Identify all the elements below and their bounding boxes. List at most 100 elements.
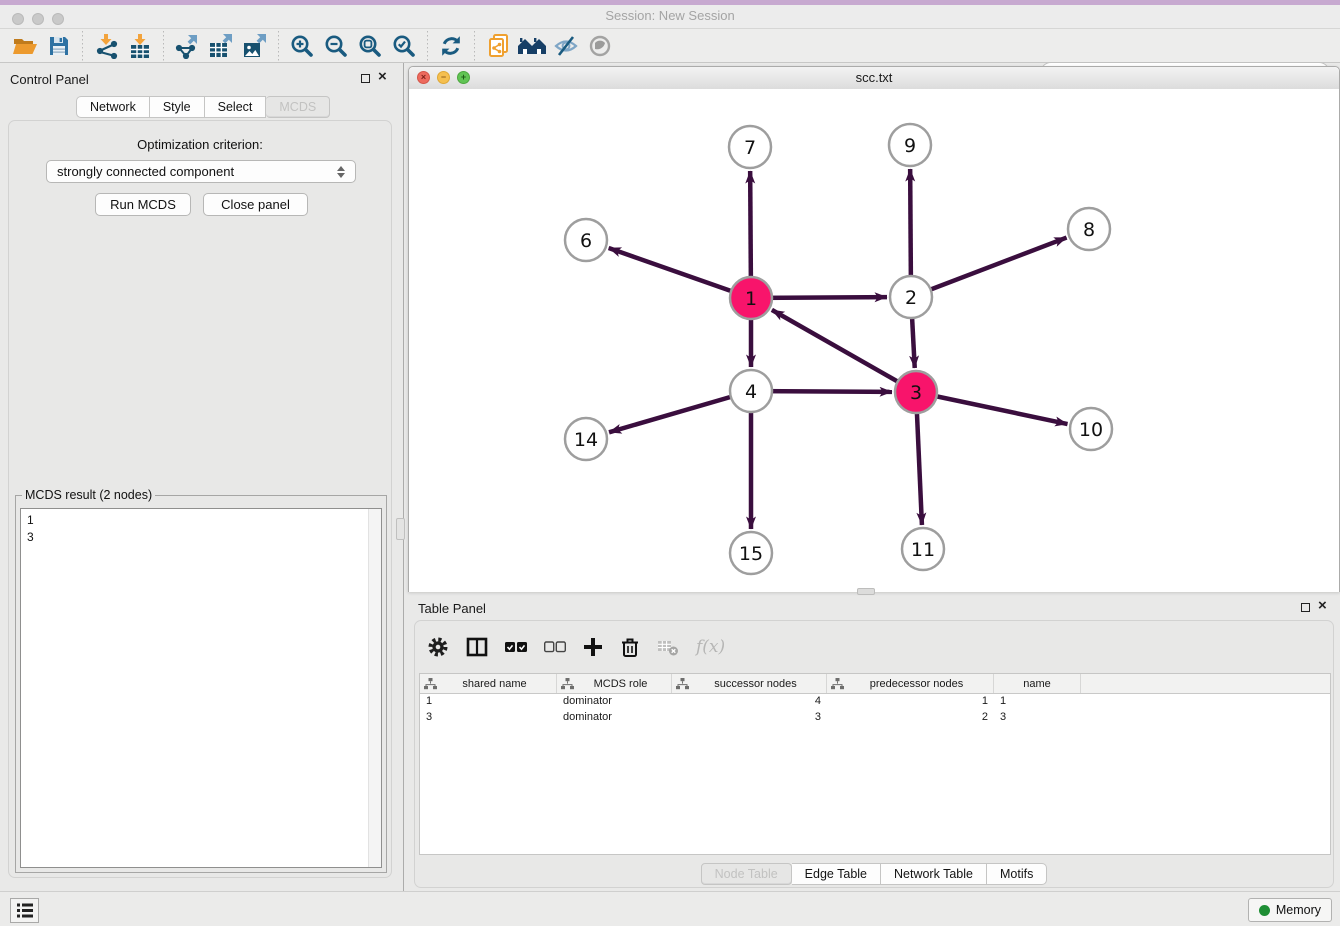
apply-layout-button[interactable] [434, 31, 468, 61]
export-network-button[interactable] [170, 31, 204, 61]
run-mcds-button[interactable]: Run MCDS [95, 193, 191, 216]
control-panel-title: Control Panel [10, 72, 89, 87]
control-panel: Control Panel × Network Style Select MCD… [0, 63, 402, 891]
column-header-predecessor-nodes[interactable]: predecessor nodes [827, 674, 994, 693]
tab-motifs[interactable]: Motifs [987, 863, 1047, 885]
zoom-fit-button[interactable] [353, 31, 387, 61]
table-row[interactable]: 3 dominator 3 2 3 [420, 710, 1330, 726]
toolbar-separator [427, 31, 428, 61]
close-panel-button[interactable]: Close panel [203, 193, 308, 216]
export-table-icon [208, 33, 235, 59]
import-network-icon [93, 33, 119, 59]
cell-name: 3 [994, 710, 1081, 726]
split-columns-icon [466, 636, 488, 658]
table-panel-content: f(x) shared name MCDS role successor nod… [414, 620, 1334, 888]
zoom-selected-button[interactable] [387, 31, 421, 61]
list-icon [16, 902, 34, 919]
graph-edge-3-10[interactable] [916, 392, 1068, 424]
graph-edge-3-1[interactable] [772, 310, 916, 392]
node-table: shared name MCDS role successor nodes pr… [419, 673, 1331, 855]
import-network-button[interactable] [89, 31, 123, 61]
save-floppy-icon [47, 34, 71, 58]
save-session-button[interactable] [42, 31, 76, 61]
unselect-all-columns-button[interactable] [544, 641, 566, 653]
zoom-selected-icon [391, 33, 417, 59]
column-header-shared-name[interactable]: shared name [420, 674, 557, 693]
titlebar: Session: New Session [0, 5, 1340, 29]
function-builder-button[interactable]: f(x) [696, 637, 725, 657]
select-all-columns-button[interactable] [505, 641, 527, 653]
toolbar-separator [82, 31, 83, 61]
hierarchy-icon [561, 678, 574, 690]
window-title: Session: New Session [0, 8, 1340, 23]
new-network-from-selection-button[interactable] [481, 31, 515, 61]
export-table-button[interactable] [204, 31, 238, 61]
import-table-button[interactable] [123, 31, 157, 61]
column-header-mcds-role[interactable]: MCDS role [557, 674, 672, 693]
zoom-out-button[interactable] [319, 31, 353, 61]
hierarchy-icon [676, 678, 689, 690]
show-all-networks-button[interactable] [515, 31, 549, 61]
tab-node-table[interactable]: Node Table [701, 863, 792, 885]
table-row[interactable]: 1 dominator 4 1 1 [420, 694, 1330, 710]
panel-divider-handle[interactable] [396, 518, 405, 540]
tab-mcds[interactable]: MCDS [266, 96, 330, 118]
horizontal-divider-handle[interactable] [857, 588, 875, 595]
plus-icon [583, 637, 603, 657]
open-folder-icon [11, 34, 39, 58]
graph-node-label-1: 1 [745, 288, 757, 310]
cell-shared-name: 3 [420, 710, 557, 726]
gear-icon [427, 636, 449, 658]
close-panel-icon[interactable]: × [378, 71, 387, 83]
tab-network[interactable]: Network [76, 96, 150, 118]
hierarchy-icon [424, 678, 437, 690]
criterion-value: strongly connected component [57, 164, 234, 179]
result-scrollbar[interactable] [368, 509, 381, 867]
graph-node-label-6: 6 [580, 230, 592, 252]
memory-label: Memory [1276, 903, 1321, 917]
open-session-button[interactable] [8, 31, 42, 61]
tab-style[interactable]: Style [150, 96, 205, 118]
table-tabs: Node Table Edge Table Network Table Moti… [415, 863, 1333, 885]
network-graph: 7968124314101511 [409, 89, 1339, 592]
hide-graphics-details-button[interactable] [549, 31, 583, 61]
show-column-button[interactable] [466, 636, 488, 658]
float-panel-icon[interactable] [361, 74, 370, 83]
graph-edge-1-6[interactable] [609, 248, 751, 298]
table-settings-button[interactable] [427, 636, 449, 658]
create-column-button[interactable] [583, 637, 603, 657]
tab-network-table[interactable]: Network Table [881, 863, 987, 885]
eye-icon [587, 33, 613, 59]
column-header-successor-nodes[interactable]: successor nodes [672, 674, 827, 693]
status-bar: Memory [0, 891, 1340, 926]
memory-button[interactable]: Memory [1248, 898, 1332, 922]
checked-boxes-icon [505, 641, 527, 653]
optimization-criterion-label: Optimization criterion: [9, 137, 391, 152]
tab-select[interactable]: Select [205, 96, 267, 118]
cell-mcds-role: dominator [557, 710, 672, 726]
task-history-button[interactable] [10, 898, 39, 923]
graph-edge-2-8[interactable] [911, 238, 1067, 297]
graph-node-label-15: 15 [739, 543, 763, 565]
float-table-panel-icon[interactable] [1301, 603, 1310, 612]
delete-column-button[interactable] [620, 636, 640, 658]
mcds-result-list[interactable]: 1 3 [20, 508, 382, 868]
zoom-in-button[interactable] [285, 31, 319, 61]
panel-divider [403, 63, 404, 891]
network-canvas[interactable]: 7968124314101511 [409, 89, 1339, 592]
birds-eye-view-button[interactable] [583, 31, 617, 61]
close-table-panel-icon[interactable]: × [1318, 600, 1327, 612]
delete-table-button[interactable] [657, 637, 679, 657]
network-window-titlebar[interactable]: × − + scc.txt [409, 67, 1339, 90]
zoom-out-icon [323, 33, 349, 59]
cell-successor-nodes: 4 [672, 694, 827, 710]
table-panel-title: Table Panel [418, 601, 486, 616]
result-line: 1 [27, 512, 381, 529]
control-panel-tabs: Network Style Select MCDS [76, 96, 330, 118]
mcds-result-legend: MCDS result (2 nodes) [22, 488, 155, 502]
tab-edge-table[interactable]: Edge Table [792, 863, 881, 885]
graph-node-label-7: 7 [744, 137, 756, 159]
export-image-button[interactable] [238, 31, 272, 61]
criterion-dropdown[interactable]: strongly connected component [46, 160, 356, 183]
column-header-name[interactable]: name [994, 674, 1081, 693]
